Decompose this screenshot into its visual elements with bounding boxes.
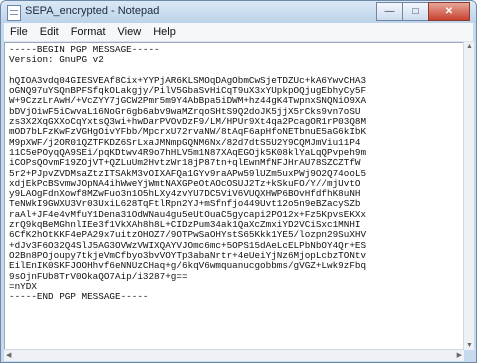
caption-buttons: — □ ✕ xyxy=(376,2,470,21)
menu-bar: File Edit Format View Help xyxy=(4,23,473,42)
notepad-icon[interactable] xyxy=(7,5,21,21)
menu-format[interactable]: Format xyxy=(65,26,112,38)
menu-file[interactable]: File xyxy=(4,26,34,38)
close-button[interactable]: ✕ xyxy=(428,2,470,21)
menu-view[interactable]: View xyxy=(112,26,148,38)
maximize-button[interactable]: □ xyxy=(402,2,429,21)
title-bar[interactable]: SEPA_encrypted - Notepad — □ ✕ xyxy=(1,1,476,23)
notepad-window: SEPA_encrypted - Notepad — □ ✕ File Edit… xyxy=(0,0,477,363)
horizontal-scrollbar[interactable]: ◀ ▶ xyxy=(4,349,464,361)
scroll-left-icon[interactable]: ◀ xyxy=(6,351,11,359)
vertical-scrollbar[interactable]: ▲ ▼ xyxy=(463,42,474,350)
menu-edit[interactable]: Edit xyxy=(34,26,65,38)
text-editor[interactable]: -----BEGIN PGP MESSAGE----- Version: Gnu… xyxy=(4,42,465,350)
minimize-button[interactable]: — xyxy=(376,2,403,21)
document-text[interactable]: -----BEGIN PGP MESSAGE----- Version: Gnu… xyxy=(5,43,464,304)
menu-help[interactable]: Help xyxy=(147,26,182,38)
scroll-up-icon[interactable]: ▲ xyxy=(466,43,473,50)
scroll-down-icon[interactable]: ▼ xyxy=(466,342,473,349)
scroll-right-icon[interactable]: ▶ xyxy=(457,351,462,359)
window-title: SEPA_encrypted - Notepad xyxy=(25,5,160,17)
